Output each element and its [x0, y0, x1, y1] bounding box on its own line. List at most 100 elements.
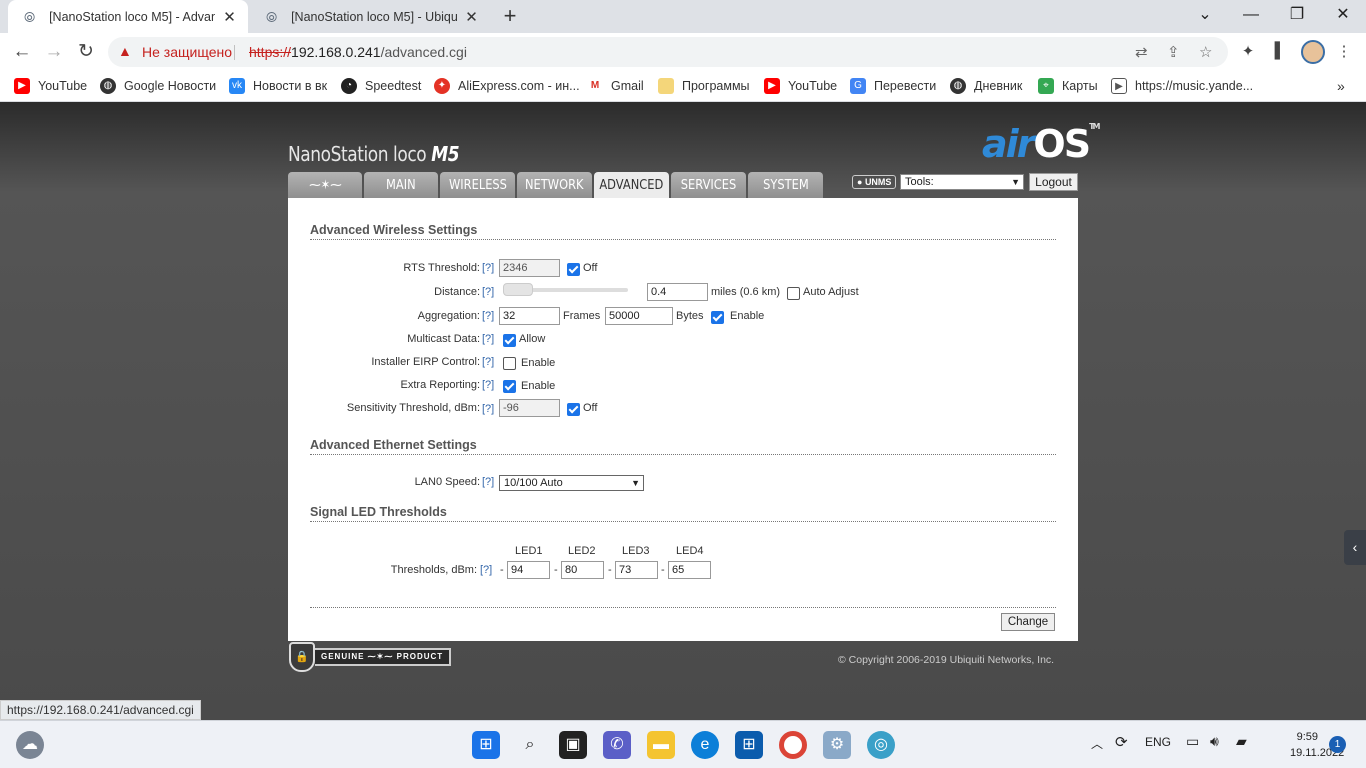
aggregation-enable-checkbox[interactable] — [711, 311, 724, 324]
help-link[interactable]: [?] — [482, 403, 494, 415]
unms-badge[interactable]: ● UNMS — [852, 175, 897, 189]
address-bar[interactable]: ▲ Не защищено https://192.168.0.241/adva… — [108, 37, 1228, 67]
bookmark-vk[interactable]: vk Новости в вк — [229, 76, 327, 96]
tab-main[interactable]: MAIN — [364, 172, 438, 198]
profile-avatar[interactable] — [1301, 40, 1325, 64]
sensitivity-input[interactable]: -96 — [499, 399, 560, 417]
reload-button[interactable]: ↻ — [74, 41, 98, 63]
show-hidden-icons-icon[interactable]: ︿ — [1091, 735, 1103, 752]
browser-tab-ubiquiti[interactable]: ⦾ [NanoStation loco M5] - Ubiquiti ✕ — [250, 0, 490, 33]
folder-icon — [658, 78, 674, 94]
side-panel-toggle-icon[interactable]: ‹ — [1344, 530, 1366, 565]
multicast-allow-label: Allow — [519, 333, 546, 345]
weather-icon[interactable]: ☁ — [16, 731, 44, 759]
led3-threshold-input[interactable]: 73 — [615, 561, 658, 579]
led2-threshold-input[interactable]: 80 — [561, 561, 604, 579]
multicast-allow-checkbox[interactable] — [503, 334, 516, 347]
bookmark-youtube-2[interactable]: ▶ YouTube — [764, 76, 837, 96]
translate-icon[interactable]: ⇄ — [1135, 43, 1148, 61]
help-link[interactable]: [?] — [480, 564, 492, 576]
notification-badge[interactable]: 1 — [1329, 736, 1346, 753]
maximize-button[interactable]: ❐ — [1274, 0, 1320, 33]
bookmark-gmail[interactable]: M Gmail — [587, 76, 644, 96]
sensitivity-off-checkbox[interactable] — [567, 403, 580, 416]
tab-wireless[interactable]: WIRELESS — [440, 172, 515, 198]
tab-system[interactable]: SYSTEM — [748, 172, 823, 198]
help-link[interactable]: [?] — [482, 262, 494, 274]
logout-button[interactable]: Logout — [1029, 173, 1078, 191]
start-icon[interactable]: ⊞ — [472, 731, 500, 759]
more-bookmarks-icon[interactable]: » — [1337, 76, 1345, 96]
bookmark-star-icon[interactable]: ☆ — [1199, 43, 1212, 61]
aggregation-frames-input[interactable]: 32 — [499, 307, 560, 325]
search-icon[interactable]: ⌕ — [516, 731, 544, 759]
tools-select[interactable]: Tools: ▼ — [900, 174, 1024, 190]
not-secure-label[interactable]: Не защищено — [142, 44, 232, 60]
led1-threshold-input[interactable]: 94 — [507, 561, 550, 579]
help-link[interactable]: [?] — [482, 333, 494, 345]
side-panel-icon[interactable]: ▌ — [1270, 42, 1290, 62]
tab-search-icon[interactable]: ⌄ — [1182, 0, 1228, 33]
aggregation-bytes-input[interactable]: 50000 — [605, 307, 673, 325]
distance-slider[interactable] — [503, 283, 628, 296]
file-explorer-icon[interactable]: ▬ — [647, 731, 675, 759]
teams-chat-icon[interactable]: ✆ — [603, 731, 631, 759]
bookmark-programs-folder[interactable]: Программы — [658, 76, 750, 96]
rts-off-checkbox[interactable] — [567, 263, 580, 276]
battery-icon[interactable]: ▰ — [1236, 733, 1247, 750]
help-link[interactable]: [?] — [482, 356, 494, 368]
help-link[interactable]: [?] — [482, 310, 494, 322]
globe-icon: ◍ — [950, 78, 966, 94]
extensions-icon[interactable]: ✦ — [1238, 42, 1258, 62]
sync-icon[interactable]: ⟳ — [1115, 733, 1128, 751]
tab-ubnt-logo[interactable]: ⁓✶⁓ — [288, 172, 362, 198]
browser-tab-advanced[interactable]: ⦾ [NanoStation loco M5] - Advanced ✕ — [8, 0, 248, 33]
help-link[interactable]: [?] — [482, 286, 494, 298]
bookmark-translate[interactable]: G Перевести — [850, 76, 936, 96]
back-button[interactable]: ← — [10, 41, 34, 63]
share-icon[interactable]: ⇪ — [1167, 43, 1180, 61]
volume-icon[interactable]: 🔊︎ — [1210, 733, 1219, 750]
rts-threshold-input[interactable]: 2346 — [499, 259, 560, 277]
monitor-icon[interactable]: ▭ — [1186, 733, 1199, 750]
lan0-speed-select[interactable]: 10/100 Auto ▼ — [499, 475, 644, 491]
genuine-product-badge: 🔒 GENUINE ⁓✶⁓ PRODUCT — [289, 642, 452, 672]
bookmark-aliexpress[interactable]: ✦ AliExpress.com - ин... — [434, 76, 580, 96]
store-icon[interactable]: ⊞ — [735, 731, 763, 759]
bookmark-dnevnik[interactable]: ◍ Дневник — [950, 76, 1022, 96]
language-indicator[interactable]: ENG — [1145, 735, 1171, 749]
edge-icon[interactable]: e — [691, 731, 719, 759]
menu-icon[interactable]: ⋮ — [1334, 42, 1354, 62]
bookmark-youtube[interactable]: ▶ YouTube — [14, 76, 87, 96]
section-title-signal-led: Signal LED Thresholds — [310, 505, 1056, 522]
task-view-icon[interactable]: ▣ — [559, 731, 587, 759]
eirp-enable-checkbox[interactable] — [503, 357, 516, 370]
bookmark-maps[interactable]: ⌖ Карты — [1038, 76, 1098, 96]
chrome-icon[interactable] — [779, 731, 807, 759]
bookmark-yandex-music[interactable]: ▶ https://music.yande... — [1111, 76, 1253, 96]
auto-adjust-checkbox[interactable] — [787, 287, 800, 300]
forward-button[interactable]: → — [42, 41, 66, 63]
new-tab-button[interactable]: + — [498, 5, 522, 29]
network-tool-icon[interactable]: ⚙ — [823, 731, 851, 759]
bookmark-google-news[interactable]: ◍ Google Новости — [100, 76, 216, 96]
bookmark-speedtest[interactable]: ◔ Speedtest — [341, 76, 421, 96]
network-app-icon[interactable]: ◎ — [867, 731, 895, 759]
help-link[interactable]: [?] — [482, 379, 494, 391]
url-text[interactable]: https://192.168.0.241/advanced.cgi — [249, 44, 467, 60]
minimize-button[interactable]: — — [1228, 0, 1274, 33]
led4-threshold-input[interactable]: 65 — [668, 561, 711, 579]
help-link[interactable]: [?] — [482, 476, 494, 488]
tab-network[interactable]: NETWORK — [517, 172, 592, 198]
extra-reporting-checkbox[interactable] — [503, 380, 516, 393]
close-tab-icon[interactable]: ✕ — [463, 8, 480, 26]
sensitivity-label: Sensitivity Threshold, dBm: — [346, 402, 480, 414]
close-window-button[interactable]: ✕ — [1320, 0, 1366, 33]
tab-advanced[interactable]: ADVANCED — [594, 172, 669, 198]
close-tab-icon[interactable]: ✕ — [221, 8, 238, 26]
slider-handle[interactable] — [503, 283, 533, 296]
change-button[interactable]: Change — [1001, 613, 1055, 631]
tab-services[interactable]: SERVICES — [671, 172, 746, 198]
lock-icon: 🔒 — [289, 642, 315, 672]
distance-input[interactable]: 0.4 — [647, 283, 708, 301]
